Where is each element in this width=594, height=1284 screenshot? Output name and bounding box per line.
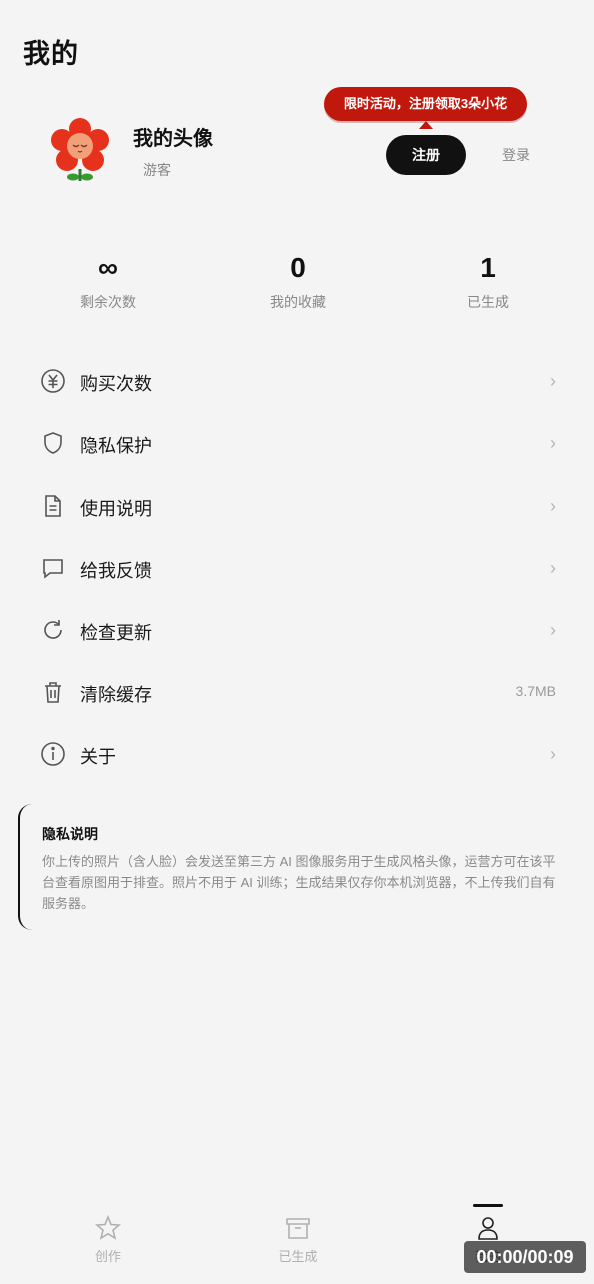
tab-label: 创作: [94, 1249, 121, 1264]
stat-label: 已生成: [467, 294, 509, 310]
privacy-notice-title: 隐私说明: [42, 826, 98, 842]
flower-avatar[interactable]: [47, 115, 113, 185]
stat-label: 我的收藏: [270, 294, 326, 310]
profile-name: 我的头像: [133, 128, 213, 150]
shield-icon: [44, 432, 62, 454]
stat-value: 0: [290, 252, 306, 283]
tab-label: 已生成: [278, 1249, 318, 1264]
stat-favorites[interactable]: 0 我的收藏: [218, 250, 378, 312]
promo-tooltip-arrow: [419, 121, 433, 129]
stat-value: 1: [480, 252, 496, 283]
cache-size-value: 3.7MB: [515, 683, 556, 699]
menu-item-label: 清除缓存: [80, 685, 152, 705]
menu-item-label: 给我反馈: [80, 561, 152, 581]
chevron-right-icon: ›: [550, 620, 556, 640]
document-icon: [45, 495, 61, 517]
tab-generated[interactable]: 已生成: [228, 1214, 368, 1265]
yuan-coin-icon: [41, 369, 65, 393]
archive-box-icon: [286, 1218, 310, 1239]
menu-item-label: 购买次数: [80, 374, 152, 394]
tab-create[interactable]: 创作: [38, 1214, 178, 1265]
chevron-right-icon: ›: [550, 558, 556, 578]
chevron-right-icon: ›: [550, 496, 556, 516]
menu-item-check-update[interactable]: 检查更新 ›: [0, 599, 594, 661]
menu-item-buy-uses[interactable]: 购买次数 ›: [0, 350, 594, 412]
menu-item-about[interactable]: 关于 ›: [0, 723, 594, 785]
video-timer-overlay: 00:00/00:09: [464, 1241, 586, 1273]
active-tab-indicator: [473, 1204, 503, 1207]
stat-remaining-uses: ∞ 剩余次数: [28, 250, 188, 312]
chevron-right-icon: ›: [550, 371, 556, 391]
page-title: 我的: [23, 39, 79, 69]
info-icon: [41, 742, 65, 766]
stat-value: ∞: [98, 252, 118, 283]
register-button[interactable]: 注册: [386, 135, 466, 175]
chevron-right-icon: ›: [550, 433, 556, 453]
menu-item-feedback[interactable]: 给我反馈 ›: [0, 537, 594, 599]
person-icon: [478, 1217, 498, 1240]
chat-bubble-icon: [43, 559, 63, 579]
privacy-notice-body: 你上传的照片（含人脸）会发送至第三方 AI 图像服务用于生成风格头像，运营方可在…: [42, 854, 556, 911]
menu-item-clear-cache[interactable]: 清除缓存 3.7MB: [0, 661, 594, 723]
menu-item-label: 使用说明: [80, 499, 152, 519]
login-button[interactable]: 登录: [488, 135, 544, 175]
menu-item-instructions[interactable]: 使用说明 ›: [0, 475, 594, 537]
menu-item-label: 关于: [80, 747, 116, 767]
stat-label: 剩余次数: [80, 294, 136, 310]
privacy-notice-card: 隐私说明 你上传的照片（含人脸）会发送至第三方 AI 图像服务用于生成风格头像，…: [18, 804, 562, 930]
stat-generated[interactable]: 1 已生成: [408, 250, 568, 312]
promo-tooltip: 限时活动，注册领取3朵小花: [324, 87, 527, 121]
menu-item-label: 隐私保护: [80, 436, 152, 456]
profile-role-label: 游客: [143, 162, 171, 178]
menu-item-privacy-protection[interactable]: 隐私保护 ›: [0, 412, 594, 474]
menu-item-label: 检查更新: [80, 623, 152, 643]
chevron-right-icon: ›: [550, 744, 556, 764]
refresh-icon: [44, 620, 62, 639]
trash-icon: [45, 682, 61, 703]
star-icon: [94, 1214, 122, 1240]
